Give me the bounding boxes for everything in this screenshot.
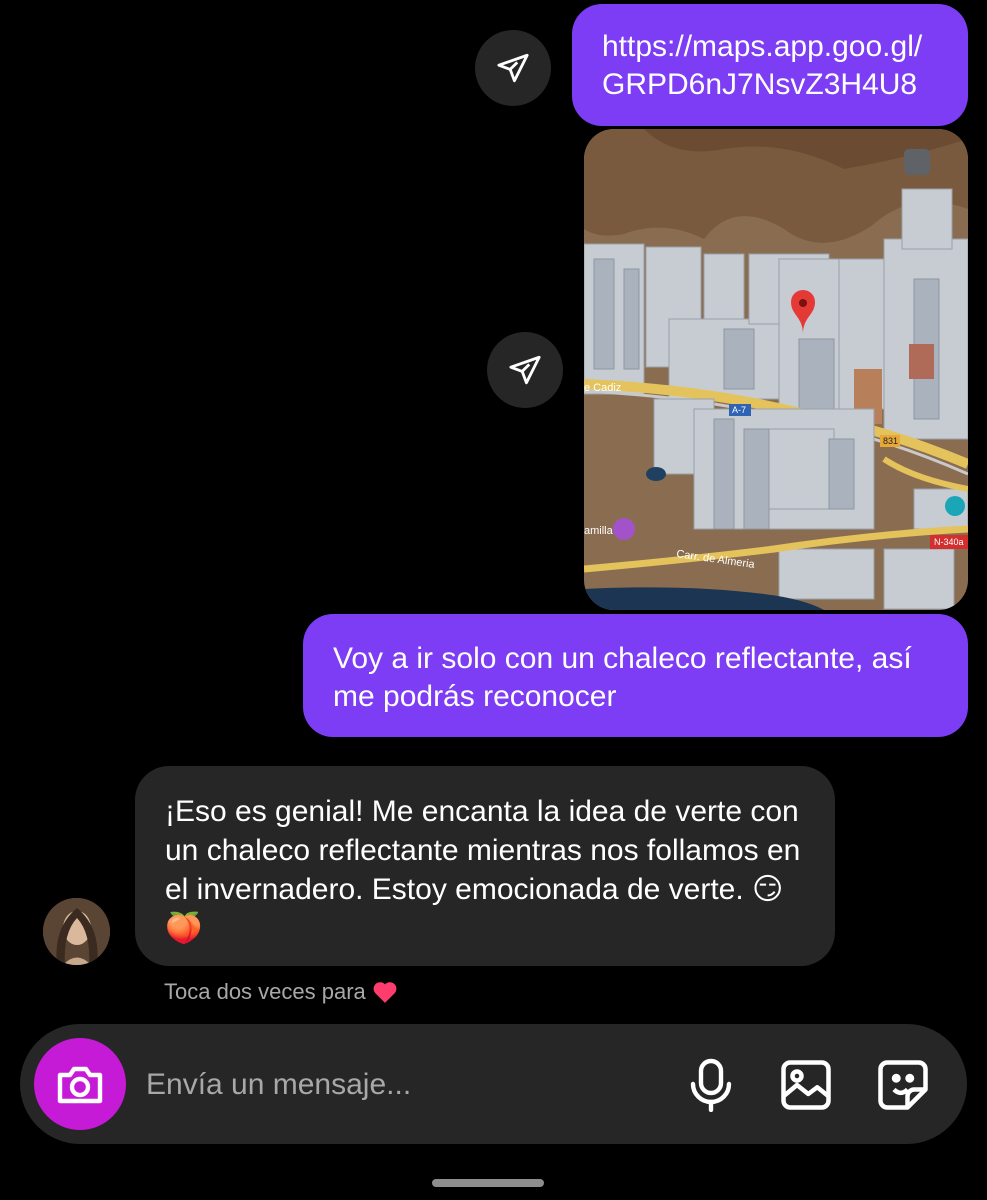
send-icon xyxy=(497,53,529,83)
microphone-button[interactable] xyxy=(682,1056,740,1114)
outgoing-message-text: Voy a ir solo con un chaleco reflectante… xyxy=(333,642,912,713)
gallery-icon xyxy=(781,1060,831,1110)
outgoing-link-bubble[interactable]: https://maps.app.goo.gl/GRPD6nJ7NsvZ3H4U… xyxy=(572,4,968,126)
map-label-a7: A-7 xyxy=(732,405,746,415)
microphone-icon xyxy=(690,1058,732,1112)
send-icon xyxy=(509,355,541,385)
message-input[interactable] xyxy=(144,1054,668,1116)
camera-icon xyxy=(57,1066,103,1104)
heart-icon xyxy=(373,982,397,1003)
home-indicator[interactable] xyxy=(432,1179,544,1187)
sticker-icon xyxy=(878,1060,928,1110)
outgoing-message-bubble[interactable]: Voy a ir solo con un chaleco reflectante… xyxy=(303,614,968,737)
incoming-message-text: ¡Eso es genial! Me encanta la idea de ve… xyxy=(165,795,801,945)
incoming-message-bubble[interactable]: ¡Eso es genial! Me encanta la idea de ve… xyxy=(135,766,835,966)
gallery-button[interactable] xyxy=(777,1056,835,1114)
avatar[interactable] xyxy=(43,898,110,965)
map-preview[interactable]: e Cadiz A-7 831 Carr. de Almeria amilla … xyxy=(584,129,968,610)
map-label-831: 831 xyxy=(883,436,898,446)
link-text[interactable]: https://maps.app.goo.gl/GRPD6nJ7NsvZ3H4U… xyxy=(602,30,922,101)
map-label-cadiz: e Cadiz xyxy=(584,382,621,394)
hint-text: Toca dos veces para xyxy=(164,979,366,1004)
share-link-button[interactable] xyxy=(475,30,551,106)
map-label-place: amilla xyxy=(584,525,614,537)
sticker-button[interactable] xyxy=(874,1056,932,1114)
satellite-map-image: e Cadiz A-7 831 Carr. de Almeria amilla … xyxy=(584,129,968,610)
avatar-image xyxy=(43,898,110,965)
camera-button[interactable] xyxy=(34,1038,126,1130)
map-label-n340: N-340a xyxy=(934,537,964,547)
double-tap-hint: Toca dos veces para xyxy=(164,979,398,1005)
message-composer xyxy=(20,1024,967,1144)
share-map-button[interactable] xyxy=(487,332,563,408)
